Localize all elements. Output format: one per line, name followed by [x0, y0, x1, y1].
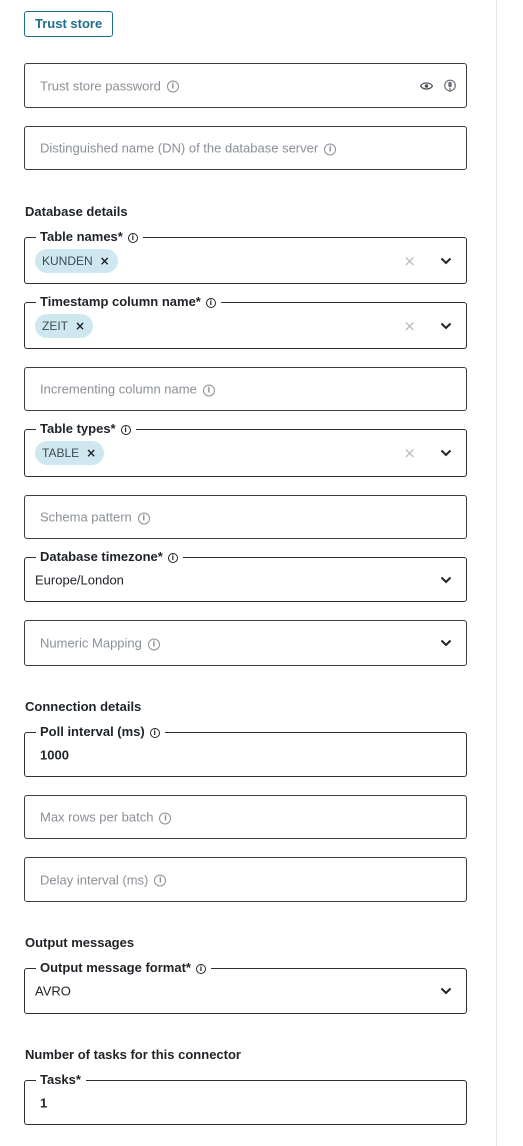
- table-name-chip: KUNDEN ×: [35, 248, 118, 273]
- clear-icon[interactable]: ×: [403, 444, 416, 462]
- section-connection-details: Connection details: [25, 699, 142, 714]
- database-timezone-label: Database timezone* i: [36, 549, 183, 565]
- poll-interval-label: Poll interval (ms) i: [36, 724, 165, 740]
- database-timezone-value: Europe/London: [35, 572, 124, 587]
- microphone-icon[interactable]: [444, 78, 456, 93]
- numeric-mapping-select[interactable]: Numeric Mapping i: [24, 620, 467, 666]
- poll-interval-field[interactable]: Poll interval (ms) i 1000: [24, 724, 467, 777]
- timestamp-column-chip: ZEIT ×: [35, 313, 94, 338]
- info-icon[interactable]: i: [324, 143, 337, 156]
- table-types-select[interactable]: Table types* i TABLE × ×: [24, 421, 467, 477]
- numeric-mapping-placeholder: Numeric Mapping i: [40, 636, 160, 651]
- info-icon[interactable]: i: [127, 232, 138, 243]
- table-types-label: Table types* i: [36, 421, 136, 437]
- clear-icon[interactable]: ×: [403, 317, 416, 335]
- trust-store-button[interactable]: Trust store: [24, 11, 114, 37]
- table-names-select[interactable]: Table names* i KUNDEN × ×: [24, 229, 467, 284]
- max-rows-per-batch-placeholder: Max rows per batch i: [40, 810, 172, 825]
- info-icon[interactable]: i: [147, 638, 160, 651]
- poll-interval-value: 1000: [40, 747, 69, 762]
- section-database-details: Database details: [25, 204, 128, 219]
- chevron-down-icon[interactable]: [440, 322, 452, 330]
- remove-chip-icon[interactable]: ×: [86, 446, 96, 460]
- chevron-down-icon[interactable]: [440, 257, 452, 265]
- info-icon[interactable]: i: [166, 80, 179, 93]
- max-rows-per-batch-field[interactable]: Max rows per batch i: [24, 795, 467, 839]
- info-icon[interactable]: i: [154, 874, 167, 887]
- table-names-label: Table names* i: [36, 229, 143, 245]
- panel-divider: [496, 0, 497, 1146]
- schema-pattern-placeholder: Schema pattern i: [40, 510, 150, 525]
- table-type-chip: TABLE ×: [35, 441, 105, 465]
- incrementing-column-placeholder: Incrementing column name i: [40, 382, 215, 397]
- trust-store-password-field[interactable]: Trust store password i: [24, 63, 467, 108]
- output-message-format-select[interactable]: Output message format* i AVRO: [24, 960, 467, 1014]
- tasks-label: Tasks*: [36, 1072, 86, 1088]
- output-message-format-label: Output message format* i: [36, 960, 211, 976]
- info-icon[interactable]: i: [137, 512, 150, 525]
- delay-interval-placeholder: Delay interval (ms) i: [40, 872, 167, 887]
- section-number-of-tasks: Number of tasks for this connector: [25, 1047, 241, 1062]
- database-timezone-select[interactable]: Database timezone* i Europe/London: [24, 549, 467, 602]
- delay-interval-field[interactable]: Delay interval (ms) i: [24, 857, 467, 902]
- section-output-messages: Output messages: [25, 935, 135, 950]
- chevron-down-icon[interactable]: [440, 576, 452, 584]
- chevron-down-icon[interactable]: [440, 449, 452, 457]
- info-icon[interactable]: i: [202, 384, 215, 397]
- distinguished-name-placeholder: Distinguished name (DN) of the database …: [40, 141, 337, 156]
- trust-store-password-placeholder: Trust store password i: [40, 78, 179, 93]
- output-message-format-value: AVRO: [35, 983, 71, 999]
- info-icon[interactable]: i: [167, 552, 178, 563]
- tasks-value: 1: [40, 1095, 48, 1110]
- tasks-field[interactable]: Tasks* 1: [24, 1072, 467, 1125]
- timestamp-column-label: Timestamp column name* i: [36, 294, 221, 310]
- info-icon[interactable]: i: [205, 297, 216, 308]
- info-icon[interactable]: i: [159, 812, 172, 825]
- clear-icon[interactable]: ×: [403, 252, 416, 270]
- eye-icon[interactable]: [420, 81, 433, 90]
- incrementing-column-field[interactable]: Incrementing column name i: [24, 367, 467, 411]
- remove-chip-icon[interactable]: ×: [75, 319, 85, 333]
- schema-pattern-field[interactable]: Schema pattern i: [24, 495, 467, 539]
- chevron-down-icon[interactable]: [440, 639, 452, 647]
- timestamp-column-select[interactable]: Timestamp column name* i ZEIT × ×: [24, 294, 467, 349]
- info-icon[interactable]: i: [149, 727, 160, 738]
- remove-chip-icon[interactable]: ×: [100, 254, 110, 268]
- distinguished-name-field[interactable]: Distinguished name (DN) of the database …: [24, 126, 467, 170]
- info-icon[interactable]: i: [120, 424, 131, 435]
- chevron-down-icon[interactable]: [440, 987, 452, 995]
- info-icon[interactable]: i: [195, 963, 206, 974]
